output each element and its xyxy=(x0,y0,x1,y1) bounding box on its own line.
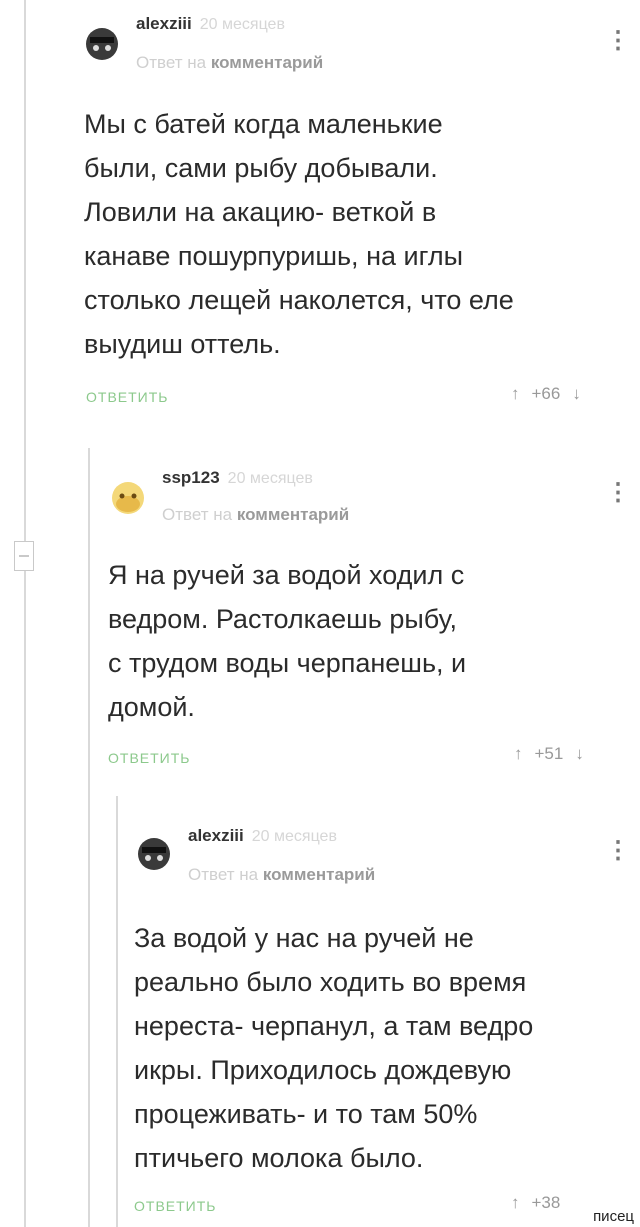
arrow-up-icon[interactable]: ↑ xyxy=(511,1193,520,1212)
watermark: писец xyxy=(591,1208,636,1225)
username[interactable]: alexziii 20 месяцев xyxy=(188,826,337,846)
avatar[interactable] xyxy=(134,834,174,874)
comment-time: 20 месяцев xyxy=(251,828,337,845)
vote-controls: ↑ +38 xyxy=(505,1193,566,1213)
more-options-icon[interactable]: ⋮ xyxy=(606,839,630,863)
comment-rating: +38 xyxy=(531,1193,561,1212)
comment-text: За водой у нас на ручей не реально было … xyxy=(134,923,534,1173)
reply-button[interactable]: ОТВЕТИТЬ xyxy=(134,1198,216,1214)
reply-target-link[interactable]: комментарий xyxy=(263,865,375,884)
reply-to-info: Ответ на комментарий xyxy=(188,865,376,884)
user-avatar-icon xyxy=(138,838,170,870)
comment-3: alexziii 20 месяцев Ответ на комментарий … xyxy=(0,0,640,1227)
